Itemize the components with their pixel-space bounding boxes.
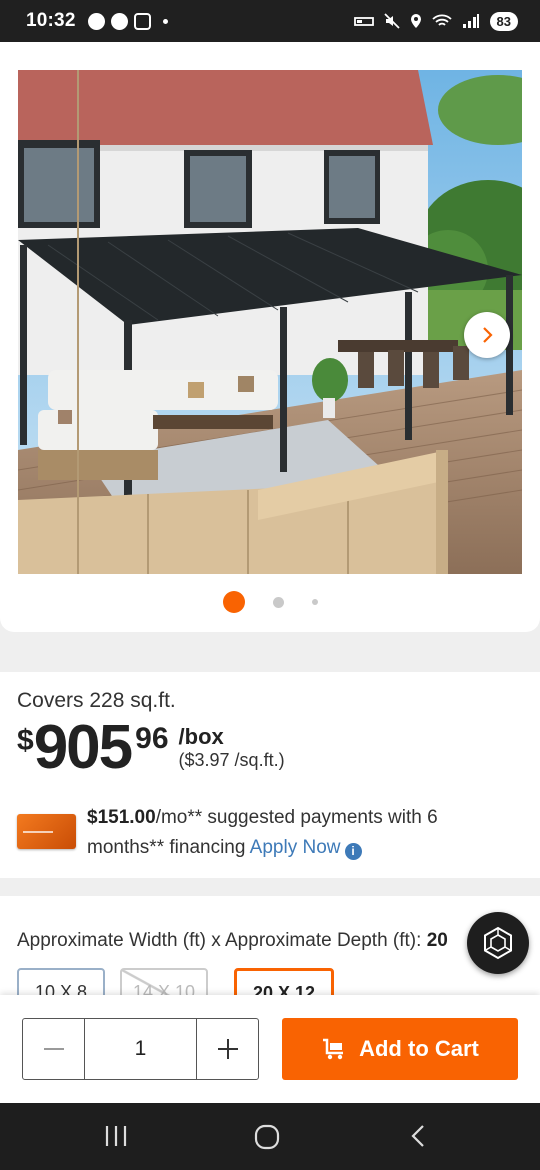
image-gallery — [0, 42, 540, 632]
apply-now-link[interactable]: Apply Now — [250, 837, 341, 858]
price-whole: 905 — [33, 713, 133, 782]
price: $ 905 96 /box ($3.97 /sq.ft.) — [17, 713, 285, 782]
more-notifications-icon — [162, 18, 168, 24]
price-cents: 96 — [135, 722, 169, 755]
sleep-mode-icon — [353, 17, 374, 26]
price-dollar-sign: $ — [17, 724, 34, 757]
minus-icon — [43, 1048, 64, 1050]
signal-icon — [462, 14, 479, 28]
hexagon-chat-icon — [484, 926, 512, 960]
status-time: 10:32 — [26, 10, 76, 31]
price-unit: /box ($3.97 /sq.ft.) — [179, 724, 285, 771]
size-option-title: Approximate Width (ft) x Approximate Dep… — [17, 930, 422, 951]
size-options: Approximate Width (ft) x Approximate Dep… — [0, 896, 540, 1002]
pagination-dot[interactable] — [272, 596, 284, 608]
decrease-quantity-button[interactable] — [23, 1019, 84, 1079]
wifi-icon — [431, 14, 452, 26]
pagination-dot-active[interactable] — [222, 591, 245, 613]
home-icon[interactable] — [253, 1123, 281, 1151]
price-per-sqft: ($3.97 /sq.ft.) — [178, 750, 285, 770]
financing-text: $151.00/mo** suggested payments with 6 m… — [87, 803, 507, 863]
plus-icon — [217, 1039, 238, 1059]
gallery-pagination — [0, 591, 540, 613]
price-card: Covers 228 sq.ft. $ 905 96 /box ($3.97 /… — [0, 672, 540, 878]
notification-icons — [87, 12, 168, 30]
battery-level: 83 — [489, 11, 518, 31]
size-option-label: Approximate Width (ft) x Approximate Dep… — [17, 930, 448, 952]
financing-amount: $151.00 — [87, 807, 156, 828]
mute-icon — [383, 13, 400, 29]
pagination-dot[interactable] — [311, 599, 318, 605]
credit-card-icon — [17, 814, 76, 849]
coverage-text: Covers 228 sq.ft. — [17, 689, 176, 712]
unit-label: /box — [178, 724, 224, 749]
quantity-input[interactable]: 1 — [84, 1019, 197, 1079]
quantity-stepper: 1 — [22, 1018, 259, 1080]
next-image-button[interactable] — [464, 312, 510, 358]
system-nav-bar — [0, 1103, 540, 1170]
status-bar: 10:32 83 — [0, 0, 540, 42]
location-icon — [410, 14, 421, 28]
status-right: 83 — [353, 11, 518, 31]
instagram-icon — [133, 12, 151, 30]
size-selected-value: 20 — [426, 930, 448, 951]
add-to-cart-bar: 1 Add to Cart — [0, 995, 540, 1103]
chevron-right-icon — [483, 327, 493, 343]
info-icon[interactable]: i — [344, 843, 362, 860]
chat-assistant-button[interactable] — [467, 912, 529, 974]
product-image[interactable] — [18, 70, 522, 574]
messenger-icon — [87, 12, 105, 30]
increase-quantity-button[interactable] — [197, 1019, 258, 1079]
back-icon[interactable] — [408, 1123, 428, 1149]
recent-apps-icon[interactable] — [104, 1123, 128, 1149]
facebook-icon — [110, 12, 128, 30]
add-to-cart-label: Add to Cart — [359, 1036, 479, 1061]
cart-icon — [323, 1038, 344, 1060]
add-to-cart-button[interactable]: Add to Cart — [282, 1018, 518, 1080]
pergola-photo — [18, 70, 522, 574]
